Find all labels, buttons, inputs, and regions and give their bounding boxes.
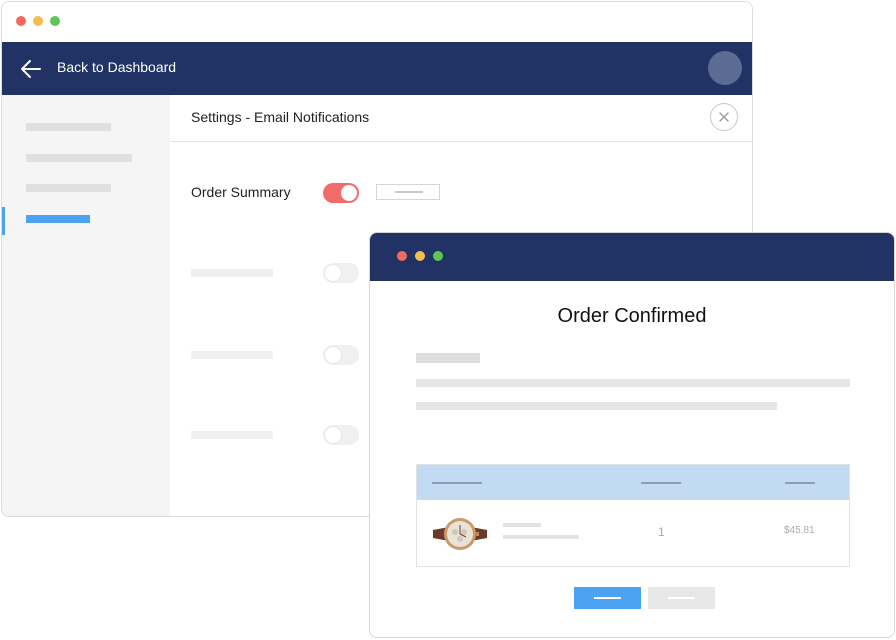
column-header-price [785, 482, 815, 484]
watch-image [433, 518, 487, 550]
window-titlebar [370, 233, 894, 281]
order-confirmed-heading: Order Confirmed [557, 305, 707, 327]
maximize-window-dot[interactable] [50, 16, 60, 26]
column-header-item [432, 482, 482, 484]
maximize-window-dot[interactable] [433, 251, 443, 261]
app-header: Back to Dashboard [2, 42, 752, 95]
order-summary-label: Order Summary [191, 184, 291, 200]
notification-toggle-2[interactable] [323, 263, 359, 283]
placeholder-label-3 [191, 351, 273, 359]
sidebar-item-3[interactable] [26, 184, 111, 192]
sidebar-item-active[interactable] [26, 215, 90, 223]
notification-toggle-3[interactable] [323, 345, 359, 365]
close-icon [719, 112, 729, 122]
placeholder-label-4 [191, 431, 273, 439]
placeholder-label-2 [191, 269, 273, 277]
sidebar-active-indicator [2, 207, 5, 235]
sidebar-item-1[interactable] [26, 123, 111, 131]
order-summary-option-field[interactable] [376, 184, 440, 200]
item-price: $45.81 [784, 525, 815, 536]
secondary-button[interactable] [648, 587, 715, 609]
window-titlebar [2, 2, 752, 42]
product-detail-placeholder [503, 535, 579, 539]
item-quantity: 1 [658, 525, 665, 539]
column-header-quantity [641, 482, 681, 484]
product-name-placeholder [503, 523, 541, 527]
table-header [417, 465, 849, 500]
close-window-dot[interactable] [397, 251, 407, 261]
placeholder-text-line-2 [416, 402, 777, 410]
avatar[interactable] [708, 51, 742, 85]
content-header: Settings - Email Notifications [170, 95, 752, 142]
sidebar [2, 95, 170, 516]
placeholder-text-line-1 [416, 379, 850, 387]
minimize-window-dot[interactable] [33, 16, 43, 26]
close-button[interactable] [710, 103, 738, 131]
page-title: Settings - Email Notifications [191, 109, 370, 125]
back-arrow-icon[interactable] [20, 58, 42, 80]
back-to-dashboard-link[interactable]: Back to Dashboard [57, 59, 176, 75]
order-summary-toggle[interactable] [323, 183, 359, 203]
order-items-table: 1 $45.81 [416, 464, 850, 567]
placeholder-subheading [416, 353, 480, 363]
order-confirmation-window: Order Confirmed 1 $45.81 [369, 232, 895, 638]
primary-button[interactable] [574, 587, 641, 609]
minimize-window-dot[interactable] [415, 251, 425, 261]
sidebar-item-2[interactable] [26, 154, 132, 162]
notification-toggle-4[interactable] [323, 425, 359, 445]
close-window-dot[interactable] [16, 16, 26, 26]
